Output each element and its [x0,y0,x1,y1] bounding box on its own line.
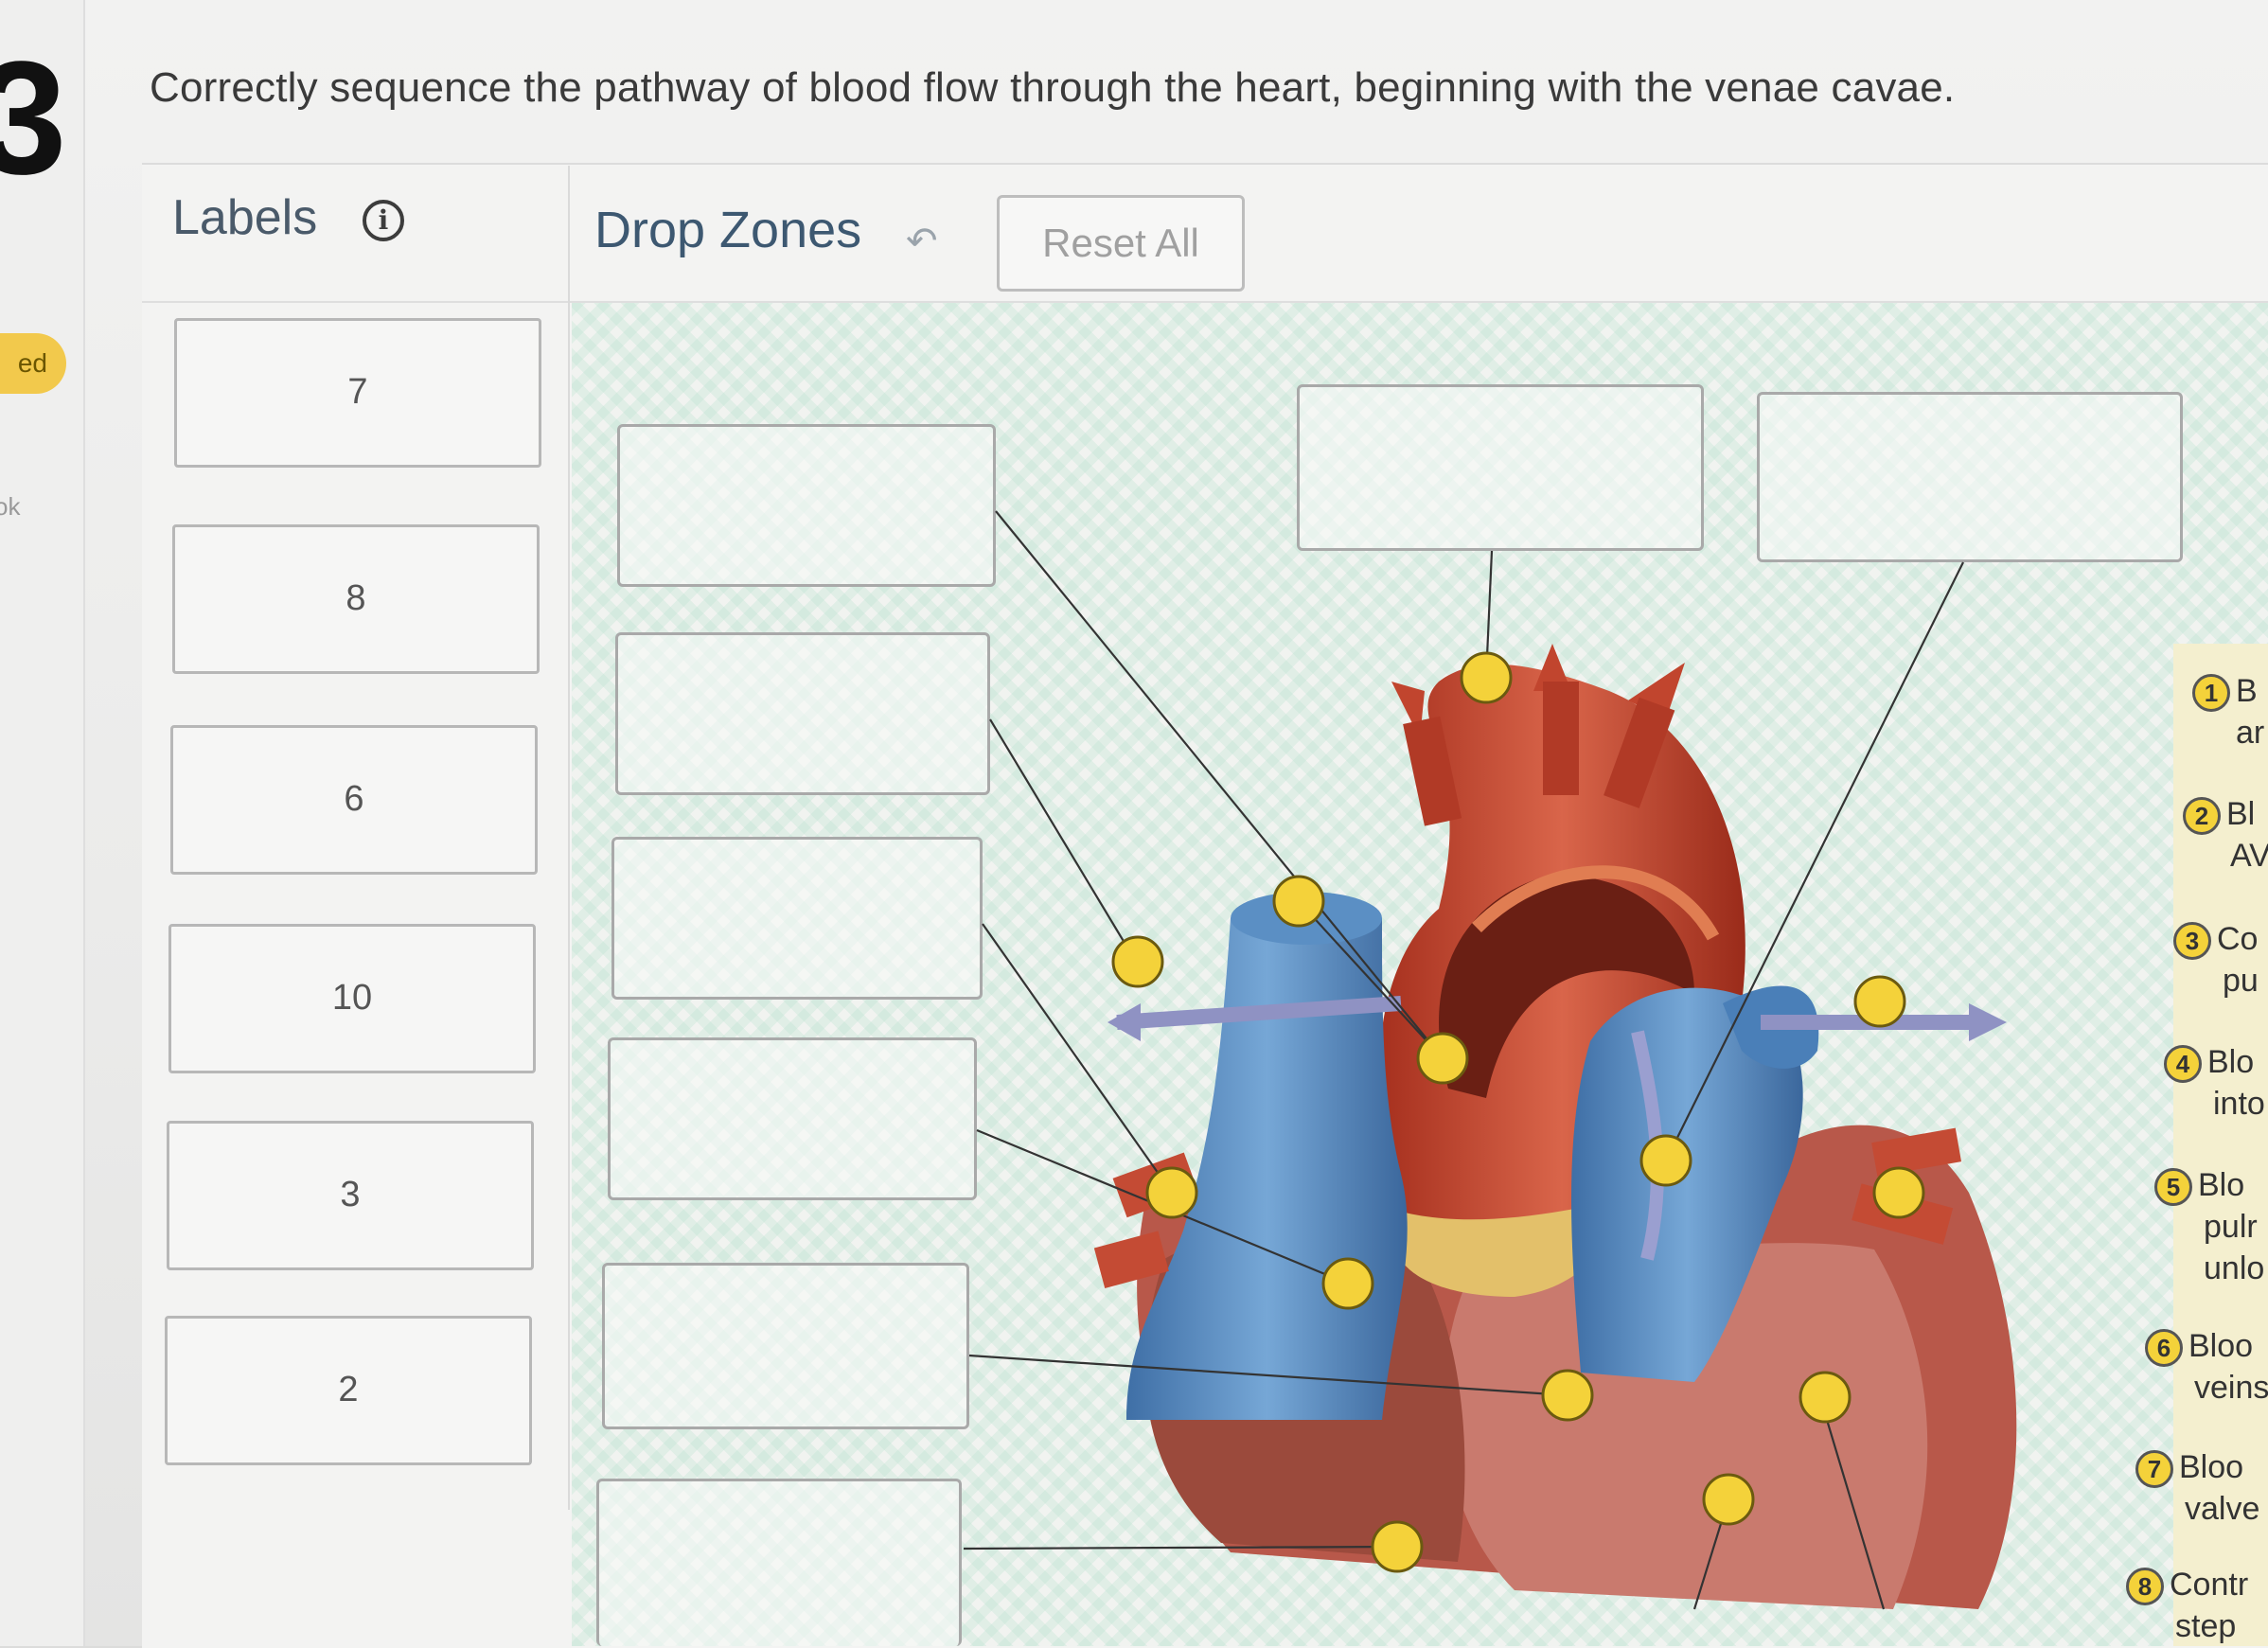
pin-marker [1272,875,1325,928]
pin-marker [1371,1520,1424,1573]
legend-number: 3 [2173,922,2211,961]
legend-text: Bloo [2179,1449,2244,1485]
legend-text: pulr unlo [2204,1209,2265,1287]
page: 3 ed ok Correctly sequence the pathway o… [0,0,2268,1648]
legend-item: 6 Bloo veins [2145,1325,2268,1409]
pin-marker [1416,1032,1469,1085]
legend-text: into [2213,1086,2265,1123]
pin-marker [1460,651,1513,704]
heart-diagram [963,510,2017,1610]
pin-marker [1541,1369,1594,1422]
legend-item: 2 Bl AV [2183,793,2268,877]
legend-text: Bloo [2188,1328,2254,1364]
pin-marker [1639,1134,1692,1187]
legend-number: 5 [2154,1168,2192,1207]
legend-item: 8 Contr step [2126,1564,2248,1647]
legend-item: 4 Blo into [2164,1041,2265,1125]
legend-text: Bl [2226,796,2256,832]
pin-marker [1853,975,1906,1028]
pin-marker [1702,1473,1755,1526]
legend-text: veins [2194,1370,2268,1407]
pin-marker [1321,1257,1374,1310]
legend-number: 7 [2135,1450,2173,1489]
legend-text: Blo [2207,1044,2255,1080]
legend-item: 5 Blo pulr unlo [2154,1164,2265,1289]
legend-number: 4 [2164,1045,2202,1084]
legend-item: 1 Bar [2192,670,2264,753]
legend-text: valve [2185,1491,2260,1528]
legend-number: 1 [2192,674,2230,713]
pin-marker [1798,1371,1852,1424]
legend-text: B [2236,673,2258,709]
pin-marker [1111,935,1164,988]
legend-item: 7 Bloo valve [2135,1446,2259,1530]
legend-text: AV [2230,838,2268,875]
legend-text: ar [2236,715,2265,752]
legend-item: 3 Co pu [2173,918,2259,1001]
legend-number: 8 [2126,1568,2164,1606]
legend-number: 6 [2145,1329,2183,1368]
pin-marker [1145,1166,1198,1219]
legend-text: pu [2223,963,2259,1000]
legend-text: Co [2217,921,2259,957]
legend-text: step [2175,1608,2237,1645]
legend-text: Contr [2170,1567,2249,1603]
legend-text: Blo [2198,1167,2245,1203]
pin-marker [1872,1166,1925,1219]
legend-number: 2 [2183,797,2221,836]
